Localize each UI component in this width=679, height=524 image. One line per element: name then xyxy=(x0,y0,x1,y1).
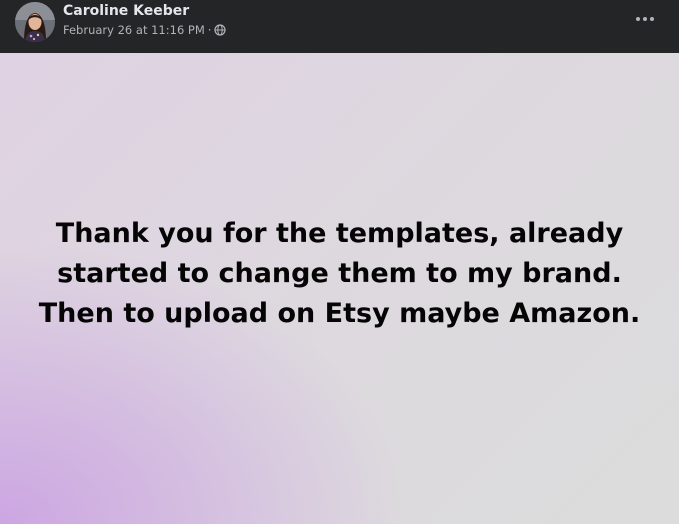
post-text: Thank you for the templates, already sta… xyxy=(38,217,641,329)
more-options-button[interactable] xyxy=(628,6,662,32)
author-name[interactable]: Caroline Keeber xyxy=(63,3,189,19)
meta-separator: · xyxy=(207,23,212,37)
post-header: Caroline Keeber February 26 at 11:16 PM … xyxy=(0,0,679,53)
more-horizontal-icon xyxy=(636,17,654,21)
avatar-image xyxy=(15,2,55,42)
post-timestamp[interactable]: February 26 at 11:16 PM xyxy=(63,23,205,37)
post-meta: February 26 at 11:16 PM · xyxy=(63,23,227,37)
globe-icon[interactable] xyxy=(214,24,227,36)
post-background: Thank you for the templates, already sta… xyxy=(0,53,679,524)
author-avatar[interactable] xyxy=(15,2,55,42)
